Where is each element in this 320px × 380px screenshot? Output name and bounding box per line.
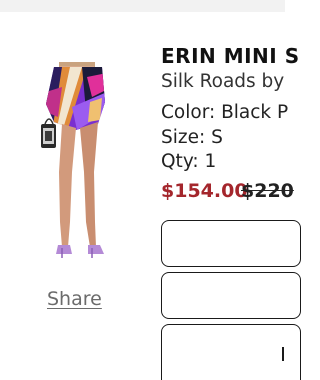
product-brand: Silk Roads by (161, 71, 285, 92)
product-qty: Qty: 1 (161, 151, 217, 172)
action-button-3[interactable] (161, 324, 301, 380)
button-glyph (282, 347, 284, 361)
original-price: $220 (241, 180, 294, 202)
product-image[interactable] (32, 62, 117, 262)
action-button-1[interactable] (161, 220, 301, 267)
top-bar (0, 0, 285, 12)
product-size: Size: S (161, 127, 223, 148)
sale-price: $154.00 (161, 180, 248, 202)
action-button-2[interactable] (161, 272, 301, 319)
product-color: Color: Black P (161, 102, 289, 123)
share-link[interactable]: Share (47, 288, 102, 310)
product-title: ERIN MINI S (161, 44, 300, 68)
